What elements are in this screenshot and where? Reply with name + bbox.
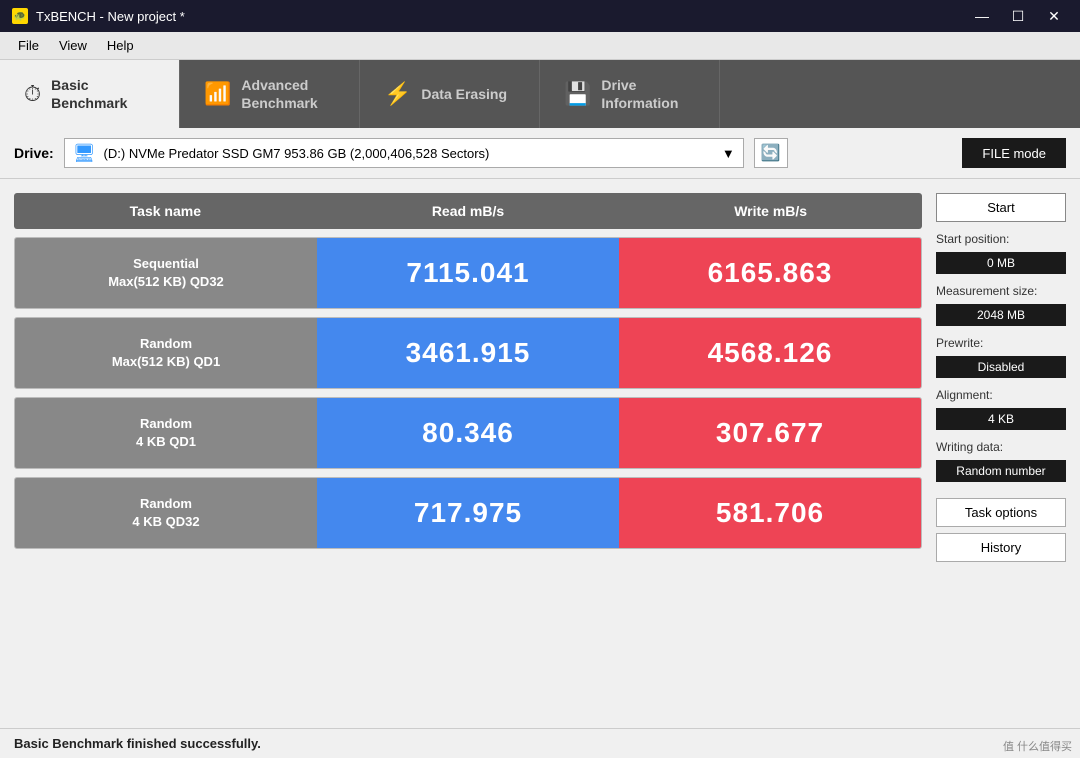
- measurement-size-value: 2048 MB: [936, 304, 1066, 326]
- task-name-3: Random4 KB QD32: [15, 478, 317, 548]
- read-value-3: 717.975: [317, 478, 619, 548]
- menu-view[interactable]: View: [49, 34, 97, 57]
- tab-bar: ⏱ BasicBenchmark 📶 AdvancedBenchmark ⚡ D…: [0, 60, 1080, 128]
- file-mode-button[interactable]: FILE mode: [962, 138, 1066, 168]
- minimize-button[interactable]: —: [968, 2, 996, 30]
- prewrite-value: Disabled: [936, 356, 1066, 378]
- start-position-value: 0 MB: [936, 252, 1066, 274]
- tab-drive-information[interactable]: 💾 DriveInformation: [540, 60, 720, 128]
- status-bar: Basic Benchmark finished successfully.: [0, 728, 1080, 758]
- main-content: Task name Read mB/s Write mB/s Sequentia…: [0, 179, 1080, 727]
- maximize-button[interactable]: ☐: [1004, 2, 1032, 30]
- writing-data-label: Writing data:: [936, 440, 1066, 454]
- start-position-label: Start position:: [936, 232, 1066, 246]
- right-panel: Start Start position: 0 MB Measurement s…: [936, 193, 1066, 727]
- header-read: Read mB/s: [317, 193, 620, 229]
- app-icon: 🐢: [12, 8, 28, 24]
- drive-select-icon: 🖥: [73, 143, 96, 164]
- alignment-label: Alignment:: [936, 388, 1066, 402]
- advanced-benchmark-label: AdvancedBenchmark: [241, 76, 317, 112]
- data-erasing-label: Data Erasing: [421, 85, 507, 103]
- advanced-benchmark-icon: 📶: [204, 81, 231, 107]
- task-name-0: SequentialMax(512 KB) QD32: [15, 238, 317, 308]
- drive-label: Drive:: [14, 145, 54, 161]
- task-name-2: Random4 KB QD1: [15, 398, 317, 468]
- menu-help[interactable]: Help: [97, 34, 144, 57]
- drive-select-text: (D:) NVMe Predator SSD GM7 953.86 GB (2,…: [104, 146, 490, 161]
- read-value-1: 3461.915: [317, 318, 619, 388]
- read-value-2: 80.346: [317, 398, 619, 468]
- write-value-2: 307.677: [619, 398, 921, 468]
- table-row: RandomMax(512 KB) QD1 3461.915 4568.126: [14, 317, 922, 389]
- refresh-button[interactable]: 🔄: [754, 138, 788, 168]
- write-value-1: 4568.126: [619, 318, 921, 388]
- table-header: Task name Read mB/s Write mB/s: [14, 193, 922, 229]
- title-bar: 🐢 TxBENCH - New project * — ☐ ✕: [0, 0, 1080, 32]
- drive-information-icon: 💾: [564, 81, 591, 107]
- drive-bar: Drive: 🖥 (D:) NVMe Predator SSD GM7 953.…: [0, 128, 1080, 179]
- table-row: Random4 KB QD1 80.346 307.677: [14, 397, 922, 469]
- data-erasing-icon: ⚡: [384, 81, 411, 107]
- header-task-name: Task name: [14, 193, 317, 229]
- writing-data-value: Random number: [936, 460, 1066, 482]
- close-button[interactable]: ✕: [1040, 2, 1068, 30]
- menu-bar: File View Help: [0, 32, 1080, 60]
- status-text: Basic Benchmark finished successfully.: [14, 736, 261, 751]
- write-value-3: 581.706: [619, 478, 921, 548]
- tab-basic-benchmark[interactable]: ⏱ BasicBenchmark: [0, 60, 180, 128]
- menu-file[interactable]: File: [8, 34, 49, 57]
- header-write: Write mB/s: [619, 193, 922, 229]
- alignment-value: 4 KB: [936, 408, 1066, 430]
- drive-select[interactable]: 🖥 (D:) NVMe Predator SSD GM7 953.86 GB (…: [64, 138, 744, 168]
- start-button[interactable]: Start: [936, 193, 1066, 222]
- drive-dropdown-arrow: ▼: [722, 146, 735, 161]
- prewrite-label: Prewrite:: [936, 336, 1066, 350]
- window-title: TxBENCH - New project *: [36, 9, 185, 24]
- watermark: 值 什么值得买: [1003, 738, 1072, 754]
- task-name-1: RandomMax(512 KB) QD1: [15, 318, 317, 388]
- task-options-button[interactable]: Task options: [936, 498, 1066, 527]
- table-row: Random4 KB QD32 717.975 581.706: [14, 477, 922, 549]
- tab-advanced-benchmark[interactable]: 📶 AdvancedBenchmark: [180, 60, 360, 128]
- tab-data-erasing[interactable]: ⚡ Data Erasing: [360, 60, 540, 128]
- write-value-0: 6165.863: [619, 238, 921, 308]
- benchmark-table: Task name Read mB/s Write mB/s Sequentia…: [14, 193, 922, 727]
- measurement-size-label: Measurement size:: [936, 284, 1066, 298]
- history-button[interactable]: History: [936, 533, 1066, 562]
- read-value-0: 7115.041: [317, 238, 619, 308]
- basic-benchmark-label: BasicBenchmark: [51, 76, 127, 112]
- basic-benchmark-icon: ⏱: [24, 81, 41, 107]
- drive-information-label: DriveInformation: [601, 76, 678, 112]
- table-row: SequentialMax(512 KB) QD32 7115.041 6165…: [14, 237, 922, 309]
